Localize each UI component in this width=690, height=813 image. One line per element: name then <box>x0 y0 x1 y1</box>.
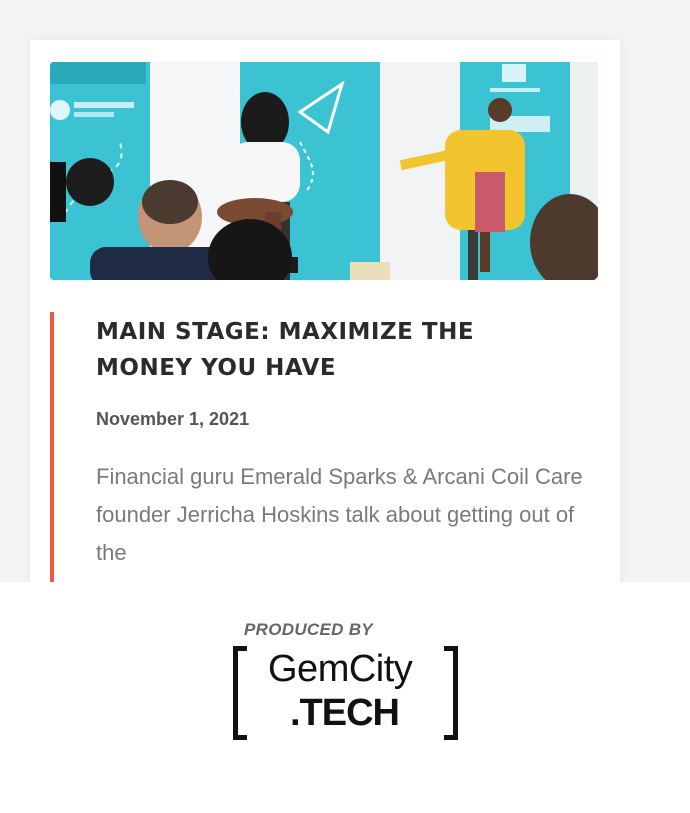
stage-photo-icon <box>50 62 598 280</box>
logo-text-tech: .TECH <box>290 692 400 734</box>
accent-bar <box>50 312 54 582</box>
article-title[interactable]: MAIN STAGE: MAXIMIZE THE MONEY YOU HAVE <box>96 314 566 386</box>
logo-text-gemcity: GemCity <box>268 648 413 690</box>
left-bracket-icon <box>233 646 247 740</box>
article-excerpt: Financial guru Emerald Sparks & Arcani C… <box>96 464 583 565</box>
article-date: November 1, 2021 <box>96 409 250 429</box>
right-bracket-icon <box>444 646 458 740</box>
produced-by-label: PRODUCED BY <box>244 620 373 639</box>
article-hero-image[interactable] <box>50 62 598 280</box>
article-card[interactable]: MAIN STAGE: MAXIMIZE THE MONEY YOU HAVE … <box>30 40 620 582</box>
article-preview-area: MAIN STAGE: MAXIMIZE THE MONEY YOU HAVE … <box>0 0 690 582</box>
viewport: MAIN STAGE: MAXIMIZE THE MONEY YOU HAVE … <box>0 0 690 813</box>
producer-footer: PRODUCED BY GemCity .TECH <box>0 582 690 813</box>
